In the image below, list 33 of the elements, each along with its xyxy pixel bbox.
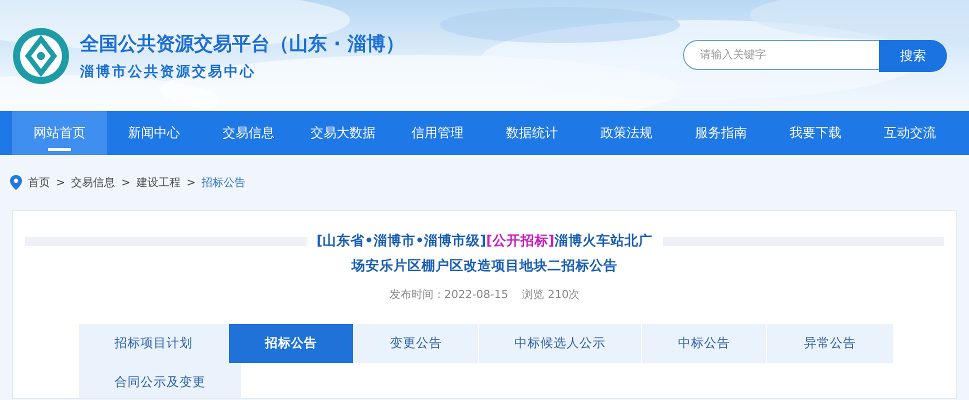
breadcrumb-link[interactable]: 建设工程: [136, 175, 180, 190]
category-tab[interactable]: 招标公告: [229, 324, 354, 363]
nav-tab[interactable]: 政策法规: [579, 111, 674, 155]
category-tab[interactable]: 招标项目计划: [79, 324, 229, 363]
site-title: 全国公共资源交易平台（山东 · 淄博）: [80, 32, 404, 56]
breadcrumb-separator: >: [186, 176, 196, 189]
nav-tab[interactable]: 数据统计: [484, 111, 579, 155]
article-meta: 浏览 210次: [522, 287, 580, 302]
nav-tab[interactable]: 交易大数据: [296, 111, 390, 155]
search-button[interactable]: 搜索: [879, 40, 947, 72]
article-title: [山东省•淄博市•淄博市级][公开招标]淄博火车站北广场安乐片区棚户区改造项目地块二招标公告: [316, 232, 654, 276]
nav-tab[interactable]: 交易信息: [201, 111, 296, 155]
breadcrumb-link[interactable]: 交易信息: [71, 175, 116, 190]
category-tab[interactable]: 中标候选人公示: [479, 324, 642, 363]
article-meta: 发布时间：2022-08-15: [389, 287, 508, 302]
nav-tab[interactable]: 互动交流: [862, 111, 957, 155]
breadcrumb-separator: >: [121, 176, 130, 189]
location-pin-icon: [10, 175, 22, 190]
category-tab[interactable]: 异常公告: [767, 324, 894, 363]
site-subtitle: 淄博市公共资源交易中心: [80, 62, 257, 80]
breadcrumb-link[interactable]: 招标公告: [202, 175, 246, 190]
nav-tab[interactable]: 网站首页: [12, 111, 106, 155]
category-tab[interactable]: 合同公示及变更: [79, 363, 242, 398]
category-tab[interactable]: 变更公告: [354, 324, 479, 363]
nav-tab[interactable]: 新闻中心: [106, 111, 201, 155]
category-tab[interactable]: 中标公告: [642, 324, 767, 363]
breadcrumb-link[interactable]: 首页: [28, 175, 50, 190]
emblem-logo-icon: [12, 26, 70, 84]
search-field[interactable]: 请输入关键字: [683, 40, 879, 70]
nav-tab[interactable]: 信用管理: [390, 111, 484, 155]
nav-tab[interactable]: 我要下载: [768, 111, 862, 155]
nav-tab[interactable]: 服务指南: [674, 111, 768, 155]
breadcrumb-separator: >: [56, 176, 66, 189]
